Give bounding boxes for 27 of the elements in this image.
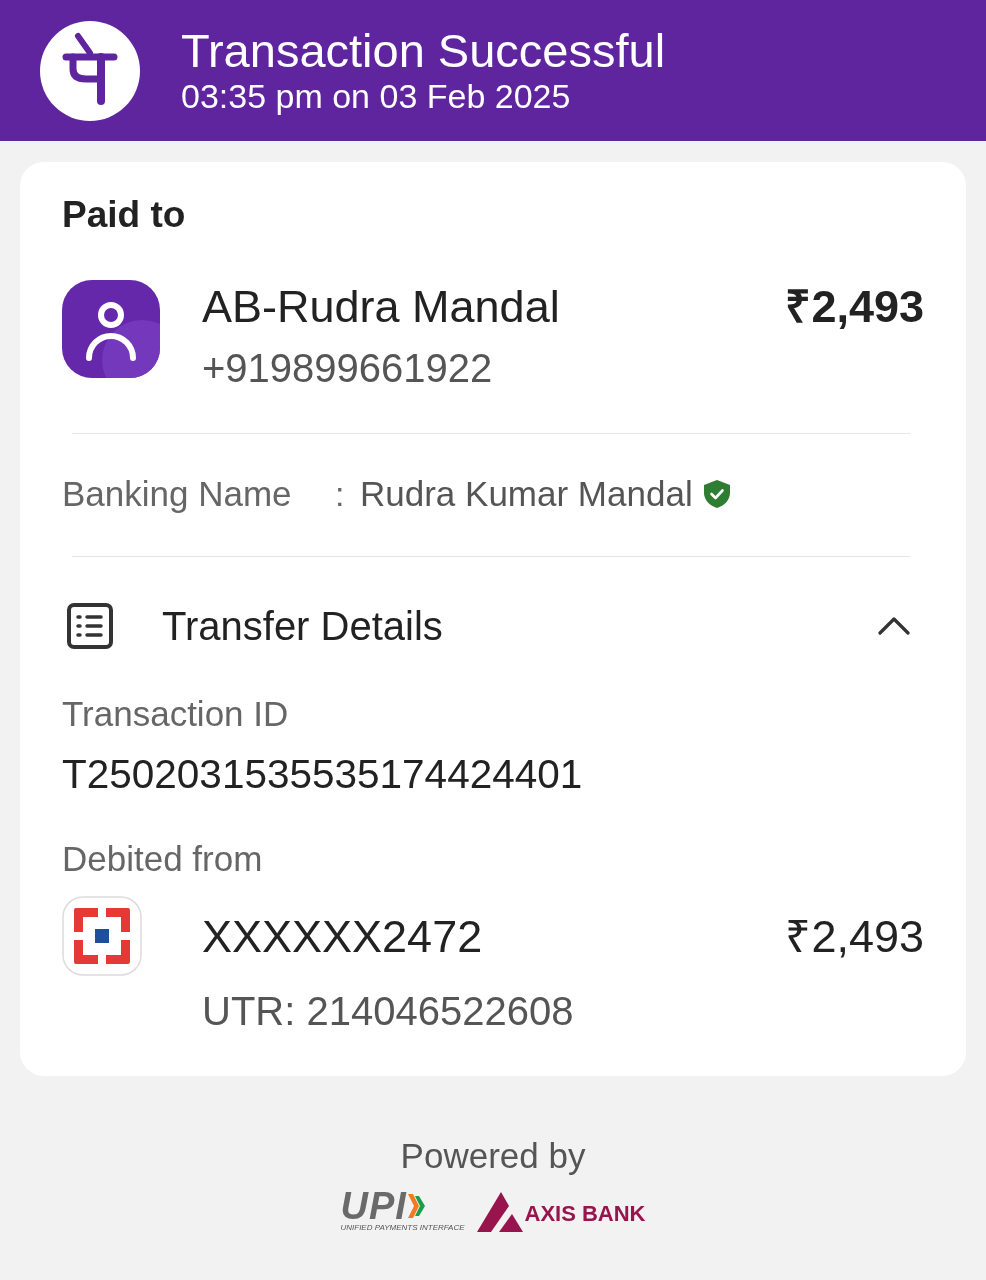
paid-amount: ₹2,493 xyxy=(785,282,924,332)
section-heading: Paid to xyxy=(62,195,186,235)
debited-from-label: Debited from xyxy=(62,839,263,879)
account-number: XXXXXX2472 xyxy=(202,912,483,962)
upi-logo-text: UPI xyxy=(340,1190,407,1222)
transaction-id-label: Transaction ID xyxy=(62,694,289,734)
timestamp: 03:35 pm on 03 Feb 2025 xyxy=(181,75,572,116)
chevron-up-icon[interactable] xyxy=(878,617,910,635)
status-title: Transaction Successful xyxy=(181,25,666,76)
chevron-arrows-icon xyxy=(407,1194,426,1218)
upi-tagline: UNIFIED PAYMENTS INTERFACE xyxy=(340,1223,465,1233)
powered-by-text: Powered by xyxy=(400,1136,586,1176)
logo-icon xyxy=(40,20,140,121)
bank-logo-text: AXIS BANK xyxy=(524,1201,646,1226)
avatar-icon xyxy=(62,280,160,378)
utr-number: UTR: 214046522608 xyxy=(202,988,574,1034)
debited-amount: ₹2,493 xyxy=(785,912,924,962)
separator: : xyxy=(335,474,346,514)
transfer-details-title: Transfer Details xyxy=(162,603,444,649)
triangle-logo-icon xyxy=(476,1191,523,1232)
payee-name: AB-Rudra Mandal xyxy=(202,282,560,332)
list-icon xyxy=(67,603,113,649)
banking-name-label: Banking Name xyxy=(62,474,293,514)
banking-name-value: Rudra Kumar Mandal xyxy=(360,474,693,514)
bank-logo-icon xyxy=(62,896,142,976)
transaction-id: T2502031535535174424401 xyxy=(62,751,583,797)
payee-phone: +919899661922 xyxy=(202,345,493,391)
